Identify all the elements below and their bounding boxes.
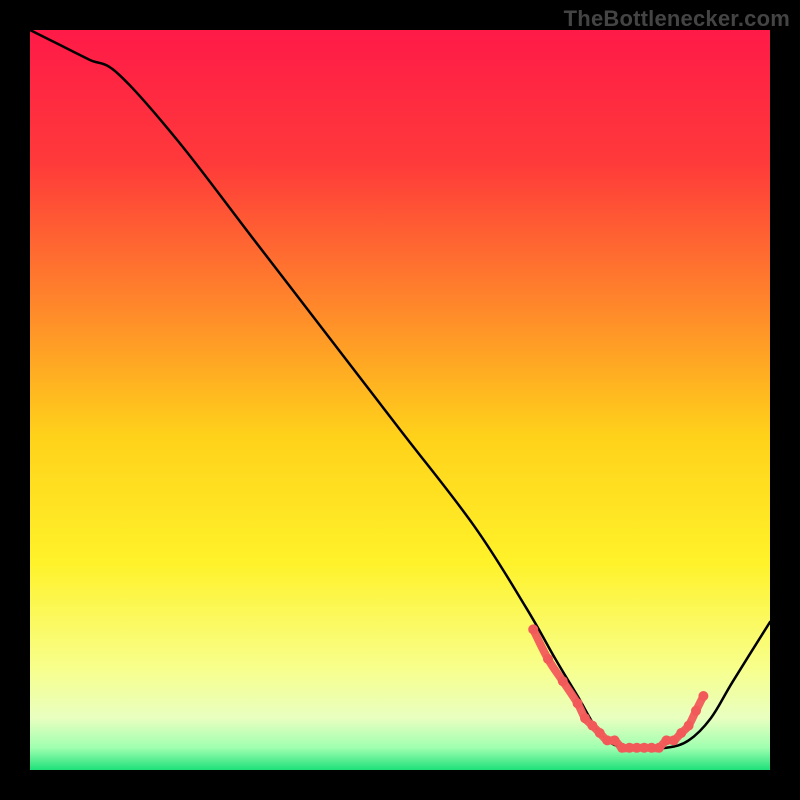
marker-dot	[595, 728, 605, 738]
marker-dot	[573, 698, 583, 708]
marker-dot	[558, 676, 568, 686]
marker-dot	[684, 721, 694, 731]
marker-dot	[669, 735, 679, 745]
marker-dot	[543, 654, 553, 664]
marker-dot	[691, 706, 701, 716]
watermark-text: TheBottlenecker.com	[564, 6, 790, 32]
marker-dot	[528, 624, 538, 634]
plot-area	[30, 30, 770, 770]
marker-dot	[610, 735, 620, 745]
marker-dot	[654, 743, 664, 753]
gradient-background	[30, 30, 770, 770]
marker-dot	[676, 728, 686, 738]
marker-dot	[698, 691, 708, 701]
bottleneck-chart	[30, 30, 770, 770]
marker-dot	[580, 713, 590, 723]
chart-container: TheBottlenecker.com	[0, 0, 800, 800]
marker-dot	[587, 721, 597, 731]
